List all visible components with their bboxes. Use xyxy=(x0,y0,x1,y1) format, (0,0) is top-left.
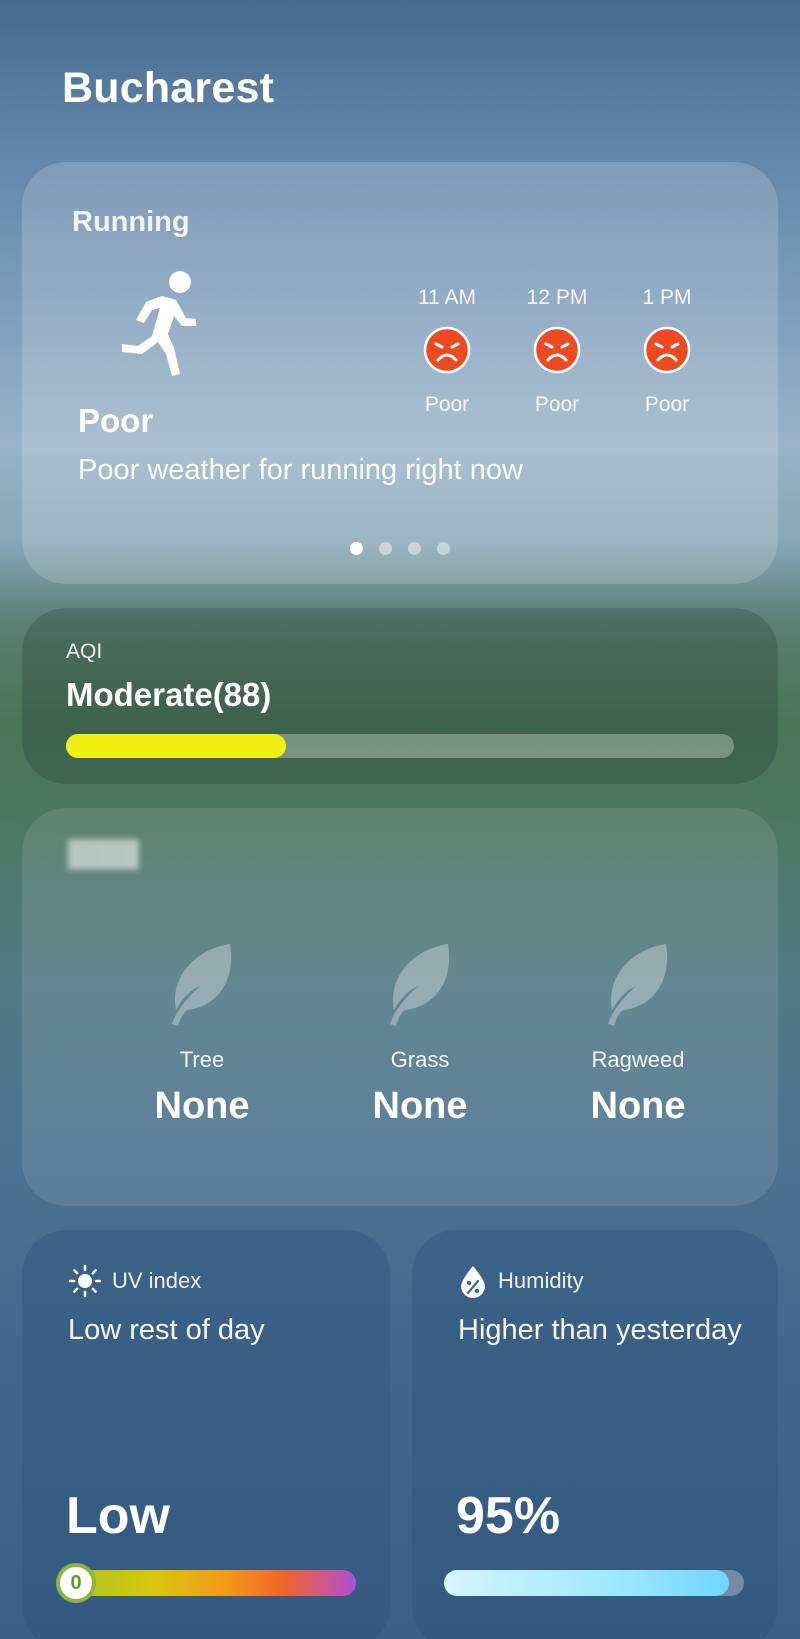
pollen-item-ragweed: Ragweed None xyxy=(528,940,748,1128)
water-drop-icon xyxy=(461,1266,485,1298)
humidity-title-row: Humidity xyxy=(458,1264,584,1298)
pollen-name: Ragweed xyxy=(591,1047,685,1072)
uv-title-row: UV index xyxy=(68,1264,201,1298)
running-description: Poor weather for running right now xyxy=(78,454,523,486)
forecast-time: 11 AM xyxy=(418,286,476,309)
pollen-item-tree: Tree None xyxy=(92,940,312,1128)
pollen-name: Tree xyxy=(179,1047,225,1072)
uv-title: UV index xyxy=(112,1268,202,1293)
running-person-icon xyxy=(122,271,196,376)
running-card[interactable]: Running Poor Poor weather for running ri… xyxy=(22,162,778,584)
running-label: Running xyxy=(72,206,190,238)
uv-card[interactable]: UV index Low rest of day Low 0 xyxy=(22,1230,390,1639)
uv-index-marker: 0 xyxy=(56,1563,96,1603)
forecast-time: 1 PM xyxy=(642,286,692,309)
aqi-card[interactable]: AQI Moderate(88) xyxy=(22,608,778,784)
aqi-bar-fill xyxy=(66,734,287,758)
humidity-description: Higher than yesterday xyxy=(458,1314,742,1346)
uv-value: Low xyxy=(66,1487,170,1545)
city-title: Bucharest xyxy=(62,64,275,112)
pollen-name: Grass xyxy=(390,1047,450,1072)
pollen-label-blurred: ████ xyxy=(68,840,139,868)
pollen-level: None xyxy=(372,1085,468,1127)
aqi-bar xyxy=(66,734,734,758)
humidity-bar-fill xyxy=(444,1570,729,1596)
leaf-icon xyxy=(172,944,232,1026)
forecast-hour: 12 PM Poor xyxy=(502,286,612,417)
page-dot[interactable] xyxy=(408,542,421,555)
sad-face-icon xyxy=(533,326,581,374)
running-rating: Poor xyxy=(78,402,154,439)
humidity-title: Humidity xyxy=(498,1268,584,1293)
uv-scale-bar xyxy=(66,1570,356,1596)
uv-description: Low rest of day xyxy=(68,1314,265,1346)
humidity-card[interactable]: Humidity Higher than yesterday 95% xyxy=(412,1230,778,1639)
aqi-label: AQI xyxy=(66,640,103,663)
pollen-card[interactable]: ████ Tree None Grass None Ragweed None xyxy=(22,808,778,1206)
leaf-icon xyxy=(608,944,668,1026)
leaf-icon xyxy=(390,944,450,1026)
sun-icon xyxy=(68,1264,102,1298)
pollen-level: None xyxy=(154,1085,250,1127)
page-indicator xyxy=(22,542,778,555)
page-dot[interactable] xyxy=(379,542,392,555)
sad-face-icon xyxy=(643,326,691,374)
humidity-bar xyxy=(444,1570,744,1596)
forecast-hour: 11 AM Poor xyxy=(392,286,502,417)
aqi-value: Moderate(88) xyxy=(66,676,272,713)
humidity-value: 95% xyxy=(456,1487,561,1545)
forecast-time: 12 PM xyxy=(526,286,588,309)
forecast-hour: 1 PM Poor xyxy=(612,286,722,417)
sad-face-icon xyxy=(423,326,471,374)
pollen-item-grass: Grass None xyxy=(310,940,530,1128)
forecast-status: Poor xyxy=(534,393,580,416)
page-dot[interactable] xyxy=(437,542,450,555)
page-dot[interactable] xyxy=(350,542,363,555)
forecast-status: Poor xyxy=(644,393,690,416)
pollen-level: None xyxy=(590,1085,686,1127)
forecast-status: Poor xyxy=(424,393,470,416)
